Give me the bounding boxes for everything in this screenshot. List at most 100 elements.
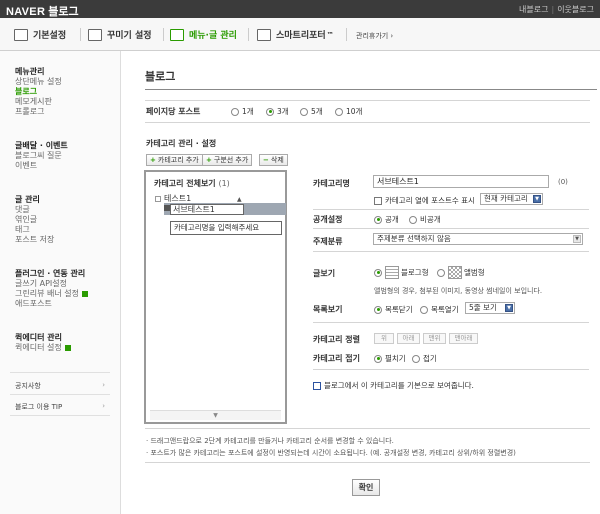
order-bottom-button[interactable]: 맨아래: [449, 333, 478, 344]
order-down-button[interactable]: 아래: [397, 333, 420, 344]
posts-per-page-3[interactable]: 3개: [266, 106, 289, 117]
manager-link[interactable]: 관리휴가기 ›: [356, 31, 393, 41]
current-category-select[interactable]: 현재 카테고리 ▼: [480, 193, 543, 205]
category-fold-label: 카테고리 접기: [313, 354, 360, 363]
fold-collapse[interactable]: 접기: [412, 353, 437, 364]
radio-icon: [420, 305, 428, 314]
trademark: ™: [326, 30, 334, 39]
category-section-title: 카테고리 관리 · 설정: [146, 139, 217, 148]
tab-label: 메뉴·글 관리: [189, 31, 237, 41]
sidebar-item-quick-editor[interactable]: 퀵에디터 설정: [15, 343, 71, 353]
sidebar-item-green-review[interactable]: 그린리뷰 배너 설정: [15, 289, 88, 299]
grid-view-icon: [448, 266, 462, 279]
visibility-private[interactable]: 비공개: [409, 214, 441, 225]
visibility-public[interactable]: 공개: [374, 214, 399, 225]
radio-selected-icon: [374, 215, 382, 224]
chart-icon: [257, 28, 271, 41]
radio-label: 블로그형: [401, 268, 429, 277]
sidebar-item-prologue[interactable]: 프롤로그: [15, 107, 62, 117]
sidebar-item-memo-board[interactable]: 메모게시판: [15, 97, 62, 107]
radio-label: 접기: [423, 354, 437, 363]
sidebar-group-title: 글배달 · 이벤트: [15, 141, 68, 150]
category-name-label: 카테고리명: [313, 179, 350, 188]
naver-blog-logo[interactable]: NAVER 블로그: [6, 3, 79, 19]
list-rows-select[interactable]: 5줄 보기 ▼: [465, 302, 515, 314]
tab-divider: [163, 28, 164, 41]
sidebar-divider: [10, 415, 110, 416]
chevron-down-icon: ▼: [573, 235, 581, 243]
top-links: 내블로그 | 이웃블로그: [519, 4, 594, 15]
tab-menu-post-manage[interactable]: 메뉴·글 관리: [170, 24, 237, 45]
radio-icon: [231, 107, 239, 116]
sidebar-link-notice[interactable]: 공지사항 ›: [15, 381, 105, 391]
list-open[interactable]: 목록열기: [420, 304, 459, 315]
chevron-right-icon: ›: [102, 402, 105, 410]
radio-label: 목록열기: [431, 305, 459, 314]
radio-icon: [335, 107, 343, 116]
logo-brand: NAVER: [6, 6, 46, 18]
category-name-input[interactable]: 서브테스트1: [373, 175, 549, 188]
section-divider: [145, 122, 590, 123]
posts-per-page-10[interactable]: 10개: [335, 106, 362, 117]
sidebar-item-top-menu[interactable]: 상단메뉴 설정: [15, 77, 62, 87]
form-divider: [313, 209, 589, 210]
radio-icon: [409, 215, 417, 224]
tab-label: 꾸미기 설정: [107, 31, 152, 41]
sidebar-item-tags[interactable]: 태그: [15, 225, 54, 235]
default-category-checkbox[interactable]: 블로그에서 이 카테고리를 기본으로 보여줍니다.: [313, 380, 474, 391]
sidebar-group-posts: 글 관리 댓글 엮인글 태그 포스트 저장: [15, 194, 54, 245]
new-badge-icon: [64, 344, 71, 351]
sidebar-item-trackbacks[interactable]: 엮인글: [15, 215, 54, 225]
sidebar-item-adpost[interactable]: 애드포스트: [15, 299, 88, 309]
list-closed[interactable]: 목록닫기: [374, 304, 413, 315]
order-up-button[interactable]: 위: [374, 333, 394, 344]
view-label: 글보기: [313, 269, 336, 278]
radio-selected-icon: [374, 268, 382, 277]
add-category-button[interactable]: + 카테고리 추가: [146, 154, 203, 166]
category-name-inline-input[interactable]: 서브테스트1: [170, 204, 244, 215]
form-divider: [313, 228, 589, 229]
sidebar-item-comments[interactable]: 댓글: [15, 205, 54, 215]
tree-scroll-down[interactable]: ▼: [150, 410, 281, 420]
radio-selected-icon: [374, 305, 382, 314]
chevron-down-icon: ▼: [505, 304, 513, 312]
tab-basic-settings[interactable]: 기본설정: [14, 24, 66, 45]
order-top-button[interactable]: 맨위: [423, 333, 446, 344]
notes-divider: [145, 462, 590, 463]
tab-label: 스마트리포터: [276, 31, 326, 41]
sidebar-item-writing-api[interactable]: 글쓰기 API설정: [15, 279, 88, 289]
category-name-count: (0): [558, 178, 568, 186]
tab-decorate[interactable]: 꾸미기 설정: [88, 24, 152, 45]
section-divider: [145, 100, 590, 101]
add-divider-button[interactable]: + 구분선 추가: [202, 154, 253, 166]
sidebar-item-blog[interactable]: 블로그: [15, 87, 62, 97]
logo-service: 블로그: [48, 6, 79, 18]
posts-per-page-5[interactable]: 5개: [300, 106, 323, 117]
checkbox-label: 블로그에서 이 카테고리를 기본으로 보여줍니다.: [324, 381, 474, 390]
checkbox-icon: [313, 381, 321, 390]
tab-smart-reporter[interactable]: 스마트리포터 ™: [257, 24, 334, 45]
radio-label: 공개: [385, 215, 399, 224]
delete-button[interactable]: − 삭제: [259, 154, 288, 166]
confirm-button[interactable]: 확인: [352, 479, 380, 496]
tree-header[interactable]: 카테고리 전체보기 (1): [154, 178, 230, 189]
menu-post-icon: [170, 28, 184, 41]
neighbor-blog-link[interactable]: 이웃블로그: [557, 5, 594, 14]
posts-per-page-1[interactable]: 1개: [231, 106, 254, 117]
sidebar-item-blogc-question[interactable]: 블로그씨 질문: [15, 151, 68, 161]
radio-label: 1개: [242, 107, 254, 116]
caret-up-icon[interactable]: ▲: [237, 196, 242, 203]
sidebar-link-tip[interactable]: 블로그 이용 TIP ›: [15, 402, 105, 412]
my-blog-link[interactable]: 내블로그: [519, 5, 548, 14]
sidebar-item-event[interactable]: 이벤트: [15, 161, 68, 171]
view-blog-type[interactable]: 블로그형: [374, 266, 429, 279]
button-label: 카테고리 추가: [157, 156, 199, 164]
new-badge-icon: [81, 290, 88, 297]
view-album-type[interactable]: 앨범형: [437, 266, 485, 279]
radio-label: 목록닫기: [385, 305, 413, 314]
topic-select[interactable]: 주제분류 선택하지 않음 ▼: [373, 233, 583, 245]
sidebar-item-post-save[interactable]: 포스트 저장: [15, 235, 54, 245]
radio-label: 펼치기: [385, 354, 406, 363]
show-post-count-checkbox[interactable]: 카테고리 열에 포스트수 표시: [374, 195, 475, 206]
fold-expand[interactable]: 펼치기: [374, 353, 406, 364]
